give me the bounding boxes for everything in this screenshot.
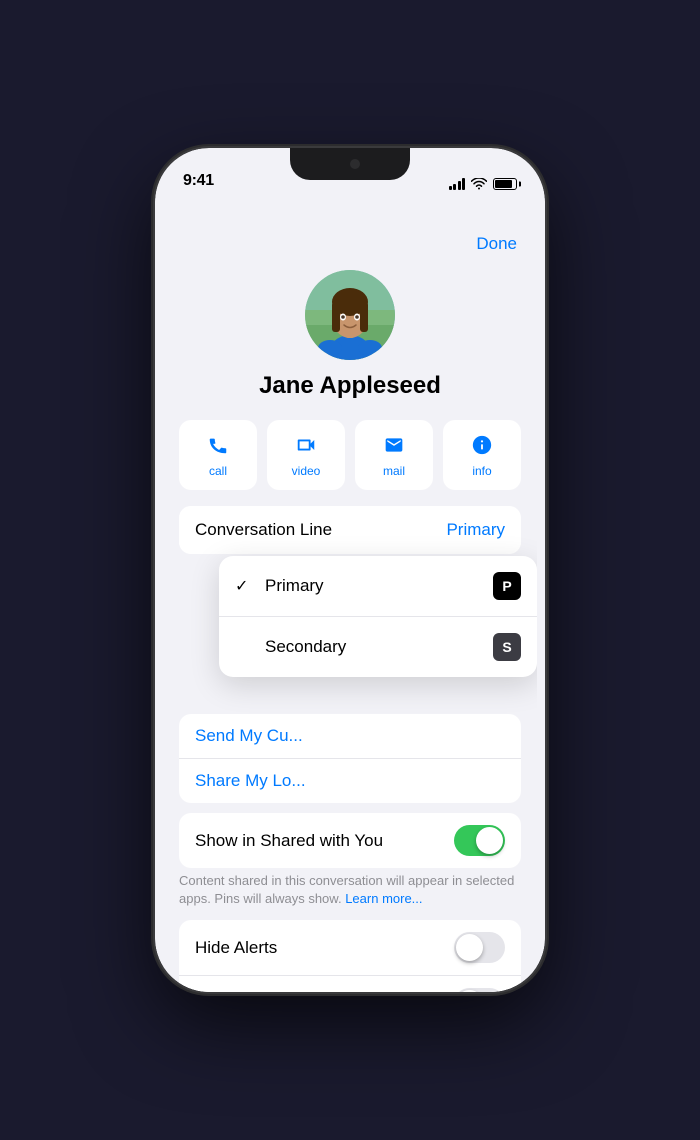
notch [290, 148, 410, 180]
primary-badge: P [493, 572, 521, 600]
show-in-shared-toggle[interactable] [454, 825, 505, 856]
send-read-receipts-row: Send Read Receipts [179, 975, 521, 992]
video-icon [291, 432, 321, 458]
call-button[interactable]: call [179, 420, 257, 490]
info-label: info [472, 464, 491, 478]
caption-text: Content shared in this conversation will… [179, 872, 521, 908]
dropdown-item-secondary[interactable]: ✓ Secondary S [219, 616, 537, 677]
status-time: 9:41 [183, 172, 214, 190]
share-my-lo-row[interactable]: Share My Lo... [179, 758, 521, 803]
screen: 9:41 [155, 148, 545, 992]
video-label: video [292, 464, 321, 478]
call-label: call [209, 464, 227, 478]
hide-alerts-row: Hide Alerts [179, 920, 521, 975]
secondary-badge: S [493, 633, 521, 661]
hide-alerts-label: Hide Alerts [195, 938, 277, 958]
conversation-line-row[interactable]: Conversation Line Primary [179, 506, 521, 554]
additional-settings-section: Hide Alerts Send Read Receipts Share Foc… [179, 920, 521, 992]
secondary-label: Secondary [265, 637, 346, 657]
avatar [305, 270, 395, 360]
mail-icon [379, 432, 409, 458]
signal-icon [449, 178, 466, 190]
info-icon [467, 432, 497, 458]
status-icons [449, 178, 518, 190]
mail-label: mail [383, 464, 405, 478]
phone-icon [203, 432, 233, 458]
show-in-shared-label: Show in Shared with You [195, 831, 383, 851]
dropdown-item-primary[interactable]: ✓ Primary P [219, 556, 537, 616]
wifi-icon [471, 178, 487, 190]
show-in-shared-row: Show in Shared with You [179, 813, 521, 868]
contact-name: Jane Appleseed [259, 372, 441, 400]
send-my-cu-label: Send My Cu... [195, 726, 303, 746]
camera-dot [350, 159, 360, 169]
checkmark-icon: ✓ [235, 576, 255, 596]
conversation-line-label: Conversation Line [195, 520, 332, 540]
learn-more-link[interactable]: Learn more... [345, 891, 422, 906]
avatar-image [305, 270, 395, 360]
battery-fill [495, 180, 512, 188]
dropdown-menu: ✓ Primary P ✓ Secondary S [219, 556, 537, 677]
send-read-receipts-toggle[interactable] [454, 988, 505, 992]
share-my-lo-label: Share My Lo... [195, 771, 306, 791]
video-button[interactable]: video [267, 420, 345, 490]
conversation-line-section: Conversation Line Primary [179, 506, 521, 554]
battery-icon [493, 178, 517, 190]
contact-section: Jane Appleseed [163, 262, 537, 420]
hide-alerts-toggle[interactable] [454, 932, 505, 963]
done-button[interactable]: Done [476, 234, 517, 254]
show-in-shared-section: Show in Shared with You [179, 813, 521, 868]
mail-button[interactable]: mail [355, 420, 433, 490]
send-my-cu-row[interactable]: Send My Cu... [179, 714, 521, 758]
info-button[interactable]: info [443, 420, 521, 490]
menu-items-section: Send My Cu... Share My Lo... [179, 714, 521, 803]
sheet-header: Done [163, 218, 537, 262]
conversation-line-value: Primary [446, 520, 505, 540]
action-buttons-row: call video [163, 420, 537, 506]
sheet: Done [163, 218, 537, 992]
phone-frame: 9:41 [155, 148, 545, 992]
primary-label: Primary [265, 576, 324, 596]
content-area: Done [155, 198, 545, 992]
